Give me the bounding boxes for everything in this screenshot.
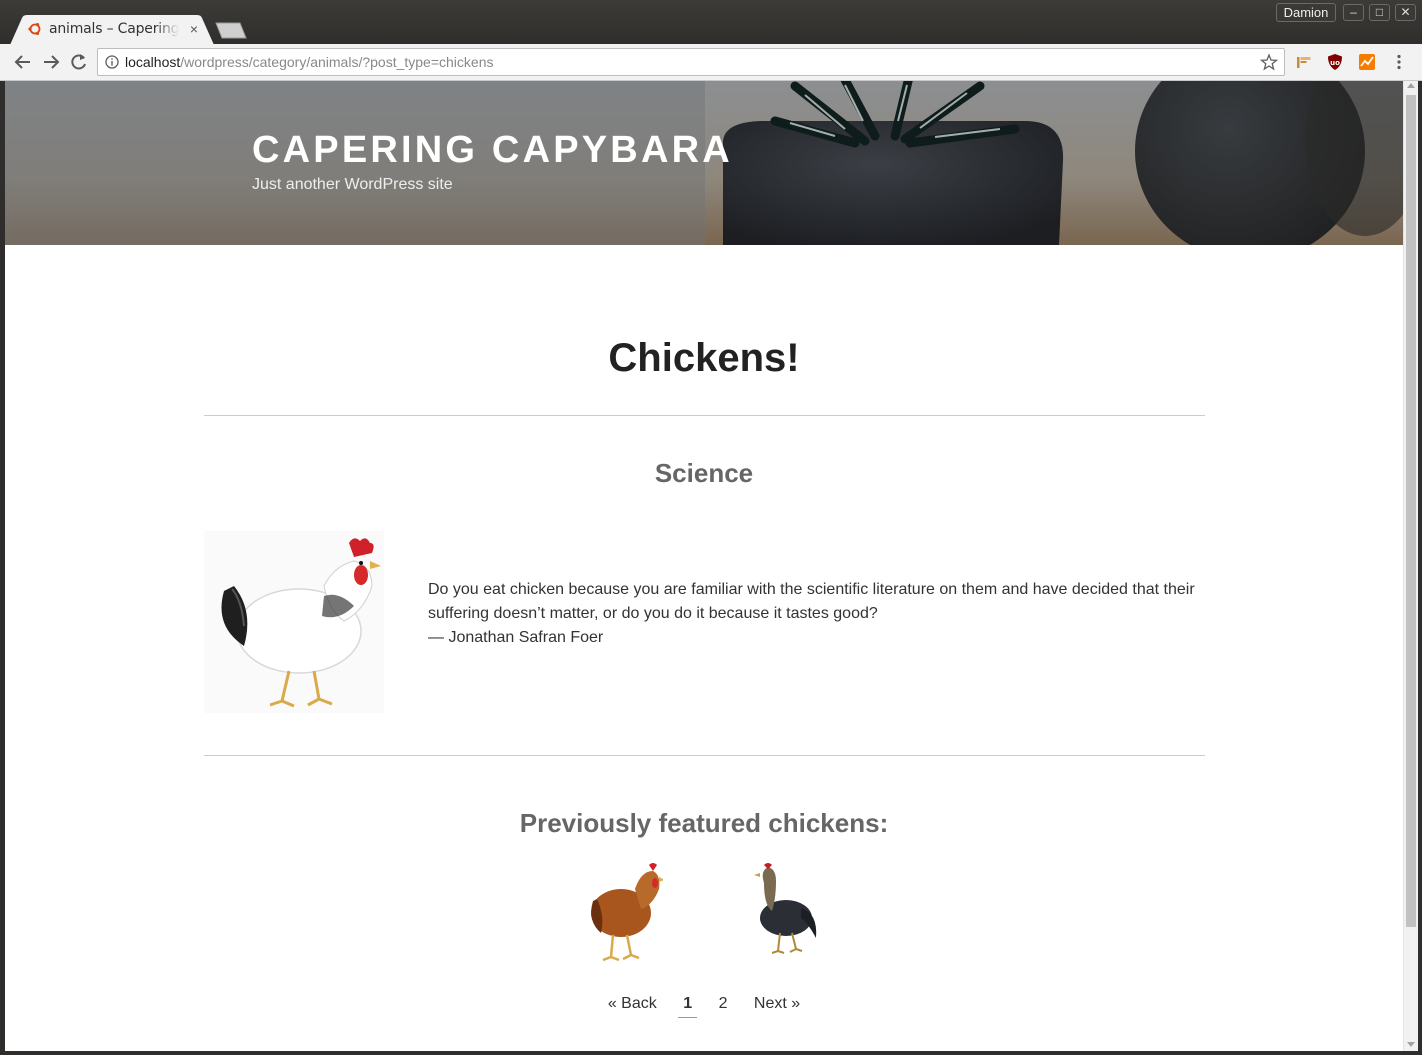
pagination-page-1[interactable]: 1 xyxy=(678,995,698,1018)
new-tab-button[interactable] xyxy=(214,22,248,39)
rooster-thumbnail[interactable] xyxy=(746,863,818,957)
white-chicken-image xyxy=(204,531,384,713)
section-title: Science xyxy=(654,458,754,488)
page-scrollbar[interactable] xyxy=(1403,81,1418,1051)
scroll-down-arrow-icon[interactable] xyxy=(1407,1042,1415,1047)
analytics-icon[interactable] xyxy=(1358,53,1376,71)
page-title: Chickens! xyxy=(608,336,800,380)
back-icon[interactable] xyxy=(12,52,34,72)
pagination-page-2[interactable]: 2 xyxy=(719,995,728,1017)
quote-text: Do you eat chicken because you are famil… xyxy=(428,581,1195,622)
svg-text:uo: uo xyxy=(1330,59,1340,67)
browser-toolbar: localhost/wordpress/category/animals/?po… xyxy=(0,44,1422,81)
pagination-next-link[interactable]: Next » xyxy=(754,995,800,1017)
featured-quote: Do you eat chicken because you are famil… xyxy=(428,578,1203,650)
address-bar[interactable]: localhost/wordpress/category/animals/?po… xyxy=(97,48,1285,76)
scrollbar-thumb[interactable] xyxy=(1406,95,1416,927)
pagination: « Back 1 2 Next » xyxy=(5,995,1403,1018)
page-viewport: CAPERING CAPYBARA Just another WordPress… xyxy=(5,81,1403,1051)
profile-user-button[interactable]: Damion xyxy=(1276,3,1336,22)
previous-featured-title: Previously featured chickens: xyxy=(519,808,889,838)
scroll-up-arrow-icon[interactable] xyxy=(1407,83,1415,88)
url-path: /wordpress/category/animals/?post_type=c… xyxy=(180,54,494,70)
info-icon[interactable] xyxy=(105,55,119,69)
brown-hen-thumbnail[interactable] xyxy=(583,861,663,963)
divider xyxy=(204,415,1205,416)
maximize-window-button[interactable]: □ xyxy=(1369,4,1390,21)
tab-close-icon[interactable]: × xyxy=(186,20,202,38)
url-host: localhost xyxy=(125,54,181,70)
minimize-window-button[interactable]: – xyxy=(1343,4,1364,21)
window-border-bottom xyxy=(0,1051,1422,1055)
close-window-button[interactable]: ✕ xyxy=(1395,4,1416,21)
extension-icon[interactable] xyxy=(1295,53,1313,71)
window-border-right xyxy=(1418,81,1422,1055)
reload-icon[interactable] xyxy=(68,52,90,72)
browser-titlebar: animals – Capering Capybara × Damion – □… xyxy=(0,0,1422,45)
ublock-icon[interactable]: uo xyxy=(1326,53,1344,71)
site-title[interactable]: CAPERING CAPYBARA xyxy=(252,129,733,172)
ubuntu-favicon-icon xyxy=(28,23,41,35)
forward-icon[interactable] xyxy=(40,52,62,72)
tab-title: animals – Capering Capybara xyxy=(49,21,179,39)
site-description: Just another WordPress site xyxy=(252,176,453,193)
bookmark-star-icon[interactable] xyxy=(1260,53,1278,71)
site-header: CAPERING CAPYBARA Just another WordPress… xyxy=(5,81,1403,245)
divider xyxy=(204,755,1205,756)
url-text: localhost/wordpress/category/animals/?po… xyxy=(125,54,493,70)
quote-author: — Jonathan Safran Foer xyxy=(428,629,604,646)
menu-icon[interactable] xyxy=(1390,53,1408,71)
pagination-back-link[interactable]: « Back xyxy=(608,995,657,1017)
